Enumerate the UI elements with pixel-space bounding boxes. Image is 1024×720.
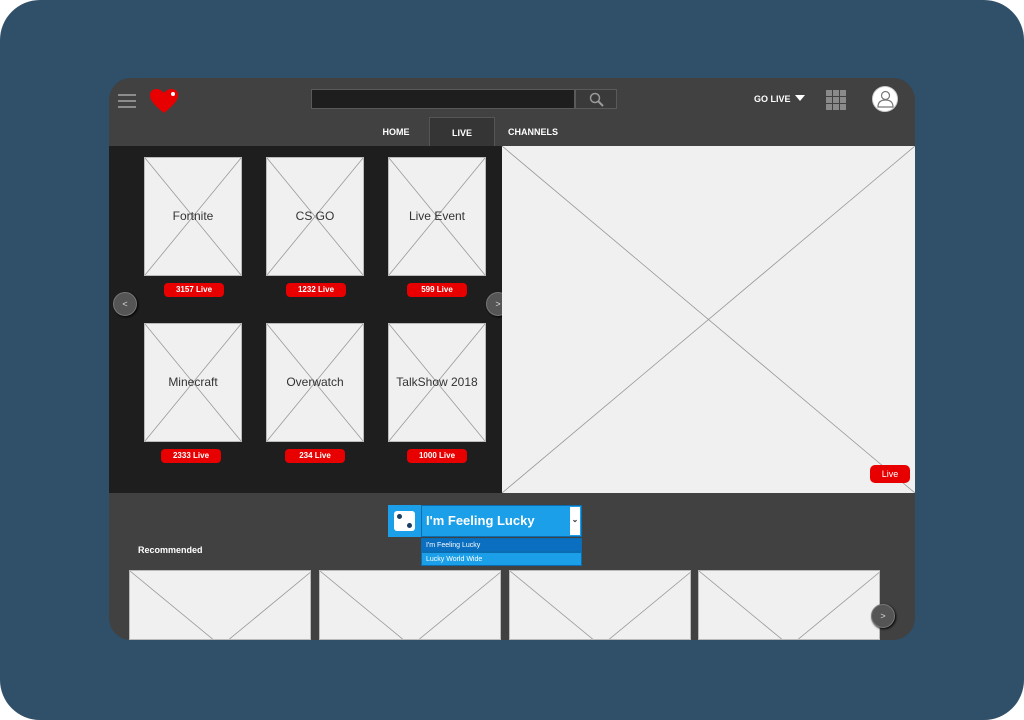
chevron-down-icon[interactable]: ⌄ xyxy=(570,507,580,535)
game-tile-talkshow[interactable]: TalkShow 2018 xyxy=(388,323,486,442)
live-badge: Live xyxy=(870,465,910,483)
avatar[interactable] xyxy=(872,86,898,112)
grid-icon[interactable] xyxy=(826,90,846,110)
recommended-heading: Recommended xyxy=(138,545,203,555)
live-count-badge: 3157 Live xyxy=(164,283,224,297)
game-tile-fortnite[interactable]: Fortnite xyxy=(144,157,242,276)
game-title: Live Event xyxy=(408,208,466,223)
game-title: TalkShow 2018 xyxy=(396,374,478,389)
lucky-option[interactable]: I'm Feeling Lucky xyxy=(421,538,582,552)
live-count-badge: 234 Live xyxy=(285,449,345,463)
go-live-button[interactable]: GO LIVE xyxy=(754,94,805,104)
lucky-dropdown[interactable]: I'm Feeling Lucky ⌄ xyxy=(421,505,582,537)
recommended-item[interactable] xyxy=(698,570,880,640)
live-count-badge: 599 Live xyxy=(407,283,467,297)
caret-down-icon xyxy=(794,95,805,101)
device-frame: GO LIVE HOME LIVE CHANNELS Fortnite CS G… xyxy=(0,0,1024,720)
game-tile-csgo[interactable]: CS GO xyxy=(266,157,364,276)
tab-live[interactable]: LIVE xyxy=(429,117,495,146)
video-player[interactable] xyxy=(501,145,915,494)
recommended-item[interactable] xyxy=(509,570,691,640)
search-icon xyxy=(589,92,604,107)
game-title: CS GO xyxy=(295,208,335,223)
game-title: Overwatch xyxy=(286,374,344,389)
search-input[interactable] xyxy=(311,89,575,109)
placeholder-image-icon xyxy=(501,145,915,494)
lucky-options-list: I'm Feeling Lucky Lucky World Wide xyxy=(421,538,582,567)
game-tile-overwatch[interactable]: Overwatch xyxy=(266,323,364,442)
placeholder-image-icon xyxy=(699,571,879,639)
go-live-label: GO LIVE xyxy=(754,94,791,104)
game-tile-minecraft[interactable]: Minecraft xyxy=(144,323,242,442)
recommended-next-button[interactable]: > xyxy=(871,604,895,628)
recommended-item[interactable] xyxy=(319,570,501,640)
tab-home[interactable]: HOME xyxy=(371,117,421,146)
tab-channels[interactable]: CHANNELS xyxy=(503,117,563,146)
game-title: Minecraft xyxy=(168,374,218,389)
dice-icon[interactable] xyxy=(388,505,421,537)
live-count-badge: 1232 Live xyxy=(286,283,346,297)
live-count-badge: 1000 Live xyxy=(407,449,467,463)
user-icon xyxy=(877,90,894,108)
hamburger-icon[interactable] xyxy=(118,94,136,108)
app-window: GO LIVE HOME LIVE CHANNELS Fortnite CS G… xyxy=(109,78,915,640)
live-count-badge: 2333 Live xyxy=(161,449,221,463)
heart-logo[interactable] xyxy=(149,88,179,114)
lucky-selected-value: I'm Feeling Lucky xyxy=(426,513,535,528)
carousel-prev-button[interactable]: < xyxy=(113,292,137,316)
game-tile-live-event[interactable]: Live Event xyxy=(388,157,486,276)
placeholder-image-icon xyxy=(510,571,690,639)
lucky-option[interactable]: Lucky World Wide xyxy=(421,552,582,566)
game-title: Fortnite xyxy=(172,208,214,223)
search-button[interactable] xyxy=(575,89,617,109)
placeholder-image-icon xyxy=(320,571,500,639)
recommended-item[interactable] xyxy=(129,570,311,640)
placeholder-image-icon xyxy=(130,571,310,639)
